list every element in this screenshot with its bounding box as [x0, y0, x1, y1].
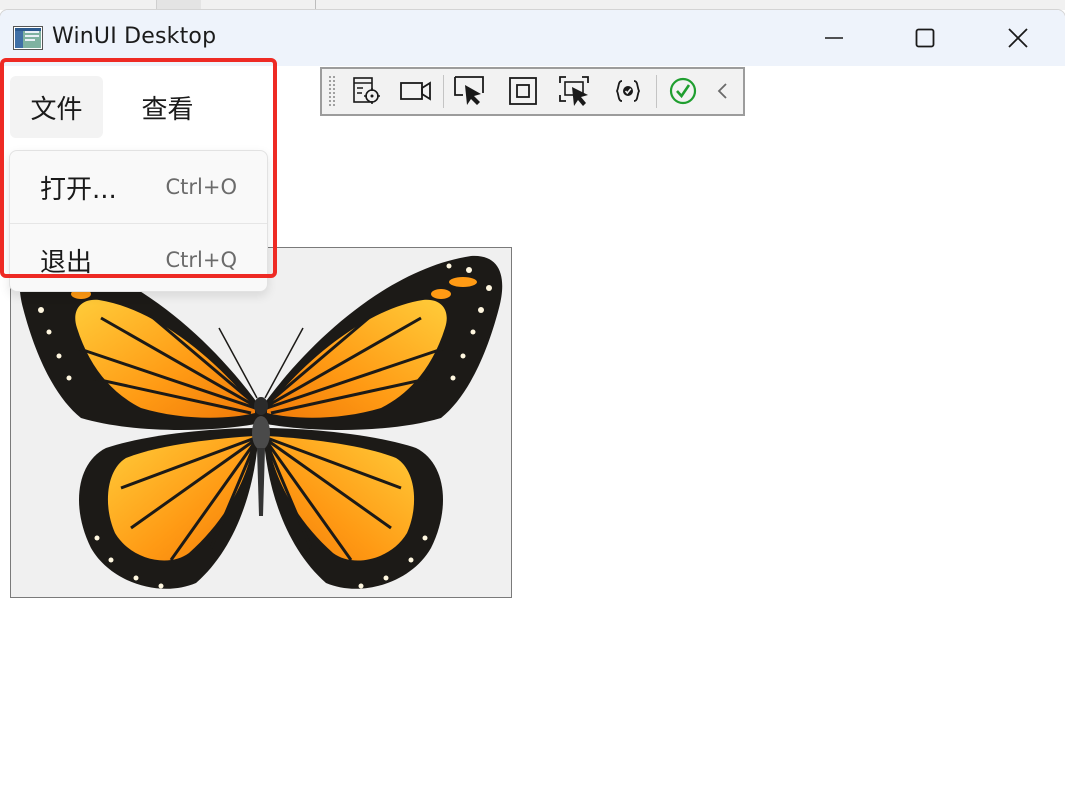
background-tab: [156, 0, 201, 10]
minimize-icon: [825, 37, 843, 39]
display-layout-adorners-icon: [509, 77, 537, 105]
toolbar-separator: [656, 75, 657, 108]
record-video-button[interactable]: [397, 74, 435, 108]
record-video-icon: [400, 81, 431, 101]
select-element-button[interactable]: [451, 74, 489, 108]
maximize-icon: [915, 28, 935, 48]
maximize-button[interactable]: [879, 10, 971, 66]
live-visual-tree-target-icon: [353, 77, 380, 104]
background-window-strip: [0, 0, 1065, 10]
window-title: WinUI Desktop: [52, 24, 217, 49]
menu-item-exit[interactable]: 退出 Ctrl+Q: [10, 224, 267, 291]
menu-item-open-label: 打开...: [40, 174, 117, 205]
menu-item-exit-label: 退出: [40, 247, 93, 278]
background-divider: [315, 0, 316, 10]
debug-toolbar: [320, 67, 745, 116]
menu-file[interactable]: 文件: [10, 76, 103, 138]
image-viewer: [10, 247, 512, 598]
collapse-toolbar-button[interactable]: [708, 74, 738, 108]
menu-item-exit-shortcut: Ctrl+Q: [165, 248, 238, 272]
app-window: WinUI Desktop 文件 查看 打开... Ctrl+O 退出 Ctrl…: [0, 10, 1065, 811]
track-focus-icon: [559, 76, 589, 106]
menu-item-open[interactable]: 打开... Ctrl+O: [10, 151, 267, 223]
butterfly-image: [19, 255, 503, 589]
accessibility-check-button[interactable]: [664, 74, 702, 108]
close-button[interactable]: [972, 10, 1064, 66]
file-menu-flyout: 打开... Ctrl+O 退出 Ctrl+Q: [9, 150, 268, 292]
select-element-icon: [454, 76, 484, 105]
live-visual-tree-button[interactable]: [348, 74, 386, 108]
app-window-icon: [13, 26, 43, 50]
menu-file-label: 文件: [30, 94, 83, 125]
close-icon: [1008, 28, 1028, 48]
title-bar[interactable]: WinUI Desktop: [0, 10, 1065, 66]
collapse-toolbar-icon: [717, 83, 727, 99]
menu-item-open-shortcut: Ctrl+O: [165, 175, 238, 199]
toolbar-grip-handle[interactable]: [328, 75, 336, 108]
binding-failures-icon: [615, 80, 641, 102]
track-focus-button[interactable]: [556, 74, 594, 108]
minimize-button[interactable]: [788, 10, 880, 66]
menu-view[interactable]: 查看: [121, 76, 214, 138]
accessibility-check-icon: [669, 77, 697, 105]
layout-adorners-button[interactable]: [504, 74, 542, 108]
menu-view-label: 查看: [141, 94, 194, 125]
toolbar-separator: [443, 75, 444, 108]
binding-failures-button[interactable]: [609, 74, 647, 108]
